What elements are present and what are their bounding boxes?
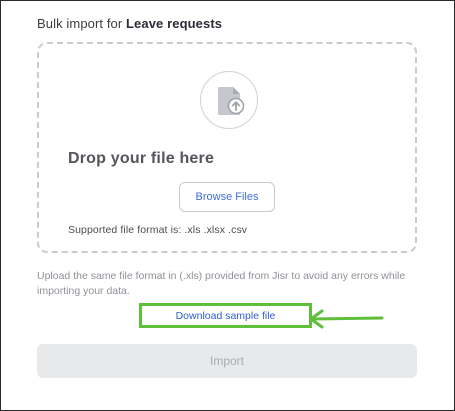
title-entity: Leave requests (126, 16, 223, 31)
page-title: Bulk import for Leave requests (37, 16, 222, 31)
download-sample-link[interactable]: Download sample file (176, 310, 276, 322)
bulk-import-panel: Bulk import for Leave requests Drop your… (0, 0, 455, 411)
import-button[interactable]: Import (37, 344, 417, 378)
upload-icon-circle (200, 71, 258, 129)
browse-files-button[interactable]: Browse Files (179, 182, 275, 212)
upload-hint-text: Upload the same file format in (.xls) pr… (37, 270, 406, 297)
file-dropzone[interactable]: Drop your file here Browse Files Support… (37, 42, 417, 253)
drop-file-heading: Drop your file here (68, 150, 215, 167)
file-upload-icon (218, 87, 245, 115)
supported-formats-text: Supported file format is: .xls .xlsx .cs… (68, 224, 248, 236)
download-sample-highlight: Download sample file (139, 303, 312, 328)
title-prefix: Bulk import for (37, 16, 127, 31)
annotation-arrow-icon (309, 309, 384, 329)
